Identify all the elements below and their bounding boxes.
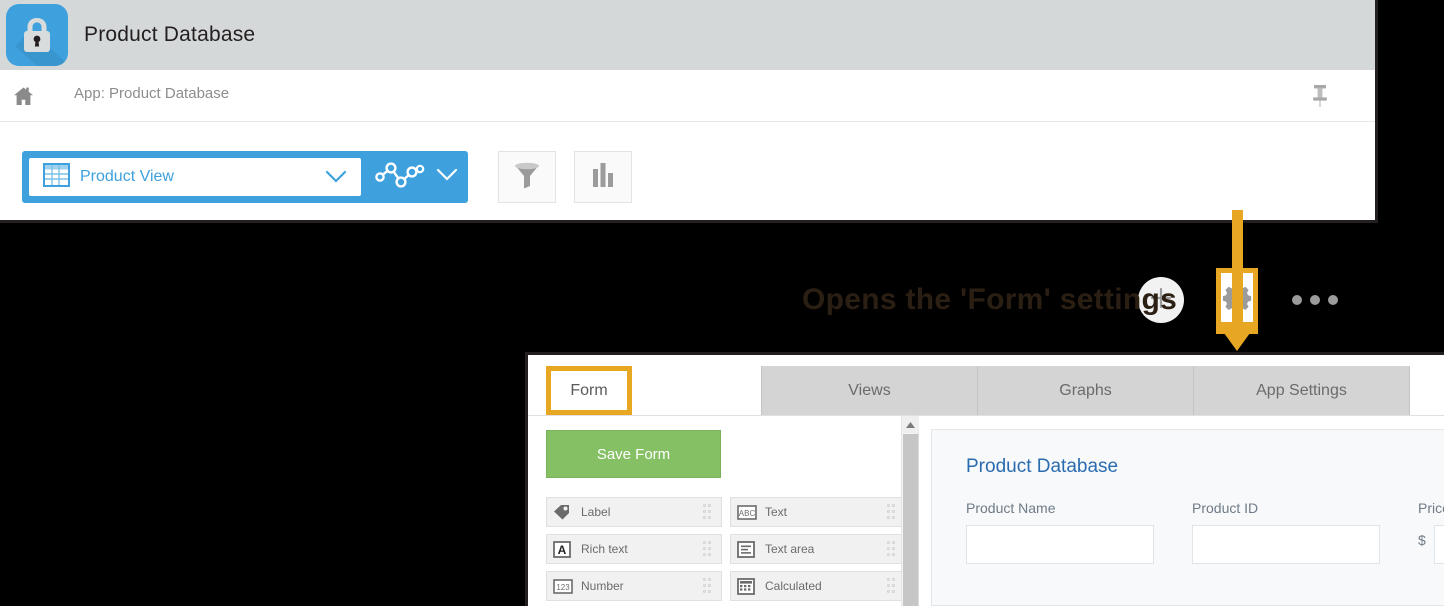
graph-selector-button[interactable]	[361, 151, 468, 203]
ellipsis-dot	[1328, 295, 1338, 305]
field-type-number-text: Number	[581, 579, 624, 593]
product-name-input[interactable]	[966, 525, 1154, 564]
field-type-label[interactable]: Label	[546, 497, 722, 527]
annotation-arrow-stem	[1232, 210, 1243, 328]
more-options-button[interactable]	[1292, 291, 1338, 309]
form-preview-fields: Product Name Product ID Pric $	[966, 500, 1444, 564]
settings-panel: Form Views Graphs App Settings Save Form	[525, 352, 1444, 606]
tab-views-label: Views	[848, 381, 891, 399]
chevron-down-icon	[436, 168, 458, 187]
preview-field-price: Price $	[1418, 500, 1444, 564]
form-builder-scrollbar[interactable]	[901, 416, 919, 606]
form-preview: Product Database Product Name Product ID	[931, 429, 1444, 606]
field-type-rich-text[interactable]: A Rich text	[546, 534, 722, 564]
table-grid-icon	[43, 162, 70, 192]
view-selector-group: Product View	[22, 151, 468, 203]
tab-graphs[interactable]: Graphs	[978, 366, 1194, 415]
field-type-list: Label ABC Text A Rich text Text area 123…	[546, 497, 906, 601]
field-type-text[interactable]: ABC Text	[730, 497, 906, 527]
tab-graphs-label: Graphs	[1059, 381, 1112, 399]
tag-icon	[553, 504, 573, 520]
field-type-text-area[interactable]: Text area	[730, 534, 906, 564]
annotation-text: Opens the 'Form' settings	[802, 283, 1178, 316]
calculator-icon	[737, 577, 757, 595]
ellipsis-dot	[1310, 295, 1320, 305]
form-builder-pane: Save Form Label ABC Text A Rich text Tex…	[528, 415, 919, 606]
view-select[interactable]: Product View	[29, 158, 361, 196]
abc-icon: ABC	[737, 504, 757, 520]
line-chart-nodes-icon	[375, 160, 425, 195]
breadcrumb: App: Product Database	[0, 70, 1375, 122]
drag-handle-icon[interactable]	[703, 504, 715, 522]
scroll-up-arrow-icon[interactable]	[902, 416, 919, 433]
drag-handle-icon[interactable]	[703, 578, 715, 596]
svg-text:ABC: ABC	[739, 509, 756, 518]
preview-field-label: Price	[1418, 500, 1444, 516]
scrollbar-thumb[interactable]	[903, 434, 918, 606]
filter-button[interactable]	[498, 151, 556, 203]
form-preview-pane: Product Database Product Name Product ID	[918, 415, 1444, 606]
tab-views[interactable]: Views	[762, 366, 978, 415]
preview-field-label: Product ID	[1192, 500, 1259, 516]
tab-form-highlight: Form	[546, 366, 632, 415]
title-bar: Product Database	[0, 0, 1375, 70]
drag-handle-icon[interactable]	[703, 541, 715, 559]
toolbar: Product View	[0, 123, 1375, 334]
preview-field-label: Product Name	[966, 500, 1056, 516]
tab-form-label: Form	[570, 381, 608, 399]
field-type-calculated-text: Calculated	[765, 579, 822, 593]
currency-prefix: $	[1418, 532, 1426, 548]
chevron-down-icon	[325, 170, 347, 189]
drag-handle-icon[interactable]	[887, 541, 899, 559]
annotation-arrow-head	[1216, 322, 1258, 351]
lock-icon	[6, 4, 68, 66]
field-type-label-text: Label	[581, 505, 611, 519]
tab-app-settings-label: App Settings	[1256, 381, 1347, 399]
123-icon: 123	[553, 578, 573, 594]
drag-handle-icon[interactable]	[887, 578, 899, 596]
pin-icon[interactable]	[1310, 83, 1330, 114]
settings-panel-body: Save Form Label ABC Text A Rich text Tex…	[528, 415, 1444, 606]
field-type-calculated[interactable]: Calculated	[730, 571, 906, 601]
product-id-input[interactable]	[1192, 525, 1380, 564]
home-icon[interactable]	[13, 86, 34, 111]
field-type-text-text: Text	[765, 505, 788, 519]
breadcrumb-item-app[interactable]: App: Product Database	[74, 85, 229, 102]
field-type-number[interactable]: 123 Number	[546, 571, 722, 601]
app-window: Product Database App: Product Database P…	[0, 0, 1378, 334]
svg-text:A: A	[558, 543, 567, 557]
tab-app-settings[interactable]: App Settings	[1194, 366, 1410, 415]
app-title: Product Database	[84, 23, 256, 46]
field-type-text-area-text: Text area	[765, 542, 815, 556]
letter-a-icon: A	[553, 540, 573, 558]
funnel-filter-icon	[512, 160, 542, 195]
field-type-rich-text-text: Rich text	[581, 542, 628, 556]
screenshot-root: Product Database App: Product Database P…	[0, 0, 1444, 606]
svg-text:123: 123	[556, 583, 570, 592]
save-form-button[interactable]: Save Form	[546, 430, 721, 478]
preview-field-product-id: Product ID	[1192, 500, 1380, 564]
form-preview-title: Product Database	[966, 456, 1119, 477]
drag-handle-icon[interactable]	[887, 504, 899, 522]
text-lines-icon	[737, 540, 757, 558]
ellipsis-dot	[1292, 295, 1302, 305]
tab-form[interactable]: Form	[546, 366, 762, 415]
bar-chart-icon	[590, 161, 616, 194]
price-input[interactable]	[1433, 525, 1444, 564]
preview-field-product-name: Product Name	[966, 500, 1154, 564]
view-select-label: Product View	[80, 168, 174, 185]
chart-button[interactable]	[574, 151, 632, 203]
settings-tabs: Form Views Graphs App Settings	[528, 355, 1444, 415]
